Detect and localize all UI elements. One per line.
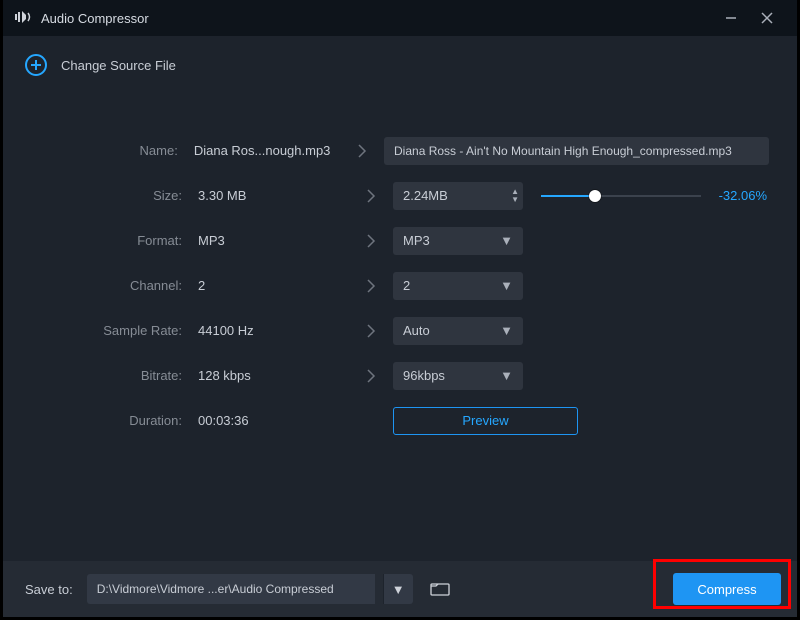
arrow-icon	[348, 368, 393, 384]
source-bitrate: 128 kbps	[188, 368, 348, 383]
spinner-down-icon[interactable]: ▼	[511, 196, 519, 204]
app-icon	[15, 9, 33, 28]
close-button[interactable]	[749, 0, 785, 36]
label-size: Size:	[13, 188, 188, 203]
title-bar: Audio Compressor	[3, 0, 797, 36]
source-duration: 00:03:36	[188, 413, 348, 428]
sample-rate-dropdown[interactable]: Auto ▼	[393, 317, 523, 345]
footer-bar: Save to: D:\Vidmore\Vidmore ...er\Audio …	[3, 561, 797, 617]
arrow-icon	[348, 278, 393, 294]
change-source-row[interactable]: Change Source File	[3, 36, 797, 88]
output-name-field[interactable]: Diana Ross - Ain't No Mountain High Enou…	[384, 137, 769, 165]
save-path-dropdown[interactable]: ▼	[383, 574, 413, 604]
chevron-down-icon: ▼	[500, 233, 513, 248]
bitrate-dropdown[interactable]: 96kbps ▼	[393, 362, 523, 390]
output-size-value: 2.24MB	[403, 188, 448, 203]
plus-circle-icon	[25, 54, 47, 76]
sample-rate-value: Auto	[403, 323, 430, 338]
arrow-icon	[348, 188, 393, 204]
compression-form: Name: Diana Ros...nough.mp3 Diana Ross -…	[3, 88, 797, 561]
chevron-down-icon: ▼	[500, 368, 513, 383]
source-name: Diana Ros...nough.mp3	[184, 143, 340, 158]
folder-icon	[430, 581, 450, 597]
channel-value: 2	[403, 278, 410, 293]
output-size-spinner[interactable]: 2.24MB ▲ ▼	[393, 182, 523, 210]
source-format: MP3	[188, 233, 348, 248]
slider-thumb[interactable]	[589, 190, 601, 202]
arrow-icon	[340, 143, 384, 159]
label-format: Format:	[13, 233, 188, 248]
label-duration: Duration:	[13, 413, 188, 428]
window-title: Audio Compressor	[41, 11, 149, 26]
compress-button[interactable]: Compress	[673, 573, 781, 605]
row-name: Name: Diana Ros...nough.mp3 Diana Ross -…	[13, 128, 769, 173]
app-window: Audio Compressor Change Source File Name…	[3, 0, 797, 617]
chevron-down-icon: ▼	[500, 278, 513, 293]
bitrate-value: 96kbps	[403, 368, 445, 383]
label-channel: Channel:	[13, 278, 188, 293]
arrow-icon	[348, 323, 393, 339]
format-value: MP3	[403, 233, 430, 248]
change-source-label: Change Source File	[61, 58, 176, 73]
row-size: Size: 3.30 MB 2.24MB ▲ ▼	[13, 173, 769, 218]
chevron-down-icon: ▼	[500, 323, 513, 338]
source-sample-rate: 44100 Hz	[188, 323, 348, 338]
save-to-label: Save to:	[25, 582, 73, 597]
size-delta-percent: -32.06%	[713, 188, 769, 203]
format-dropdown[interactable]: MP3 ▼	[393, 227, 523, 255]
spinner-buttons[interactable]: ▲ ▼	[511, 188, 519, 204]
minimize-button[interactable]	[713, 0, 749, 36]
chevron-down-icon: ▼	[392, 582, 405, 597]
channel-dropdown[interactable]: 2 ▼	[393, 272, 523, 300]
label-bitrate: Bitrate:	[13, 368, 188, 383]
row-bitrate: Bitrate: 128 kbps 96kbps ▼	[13, 353, 769, 398]
row-format: Format: MP3 MP3 ▼	[13, 218, 769, 263]
size-slider[interactable]	[541, 189, 701, 203]
label-name: Name:	[13, 143, 184, 158]
arrow-icon	[348, 233, 393, 249]
source-channel: 2	[188, 278, 348, 293]
row-sample-rate: Sample Rate: 44100 Hz Auto ▼	[13, 308, 769, 353]
row-channel: Channel: 2 2 ▼	[13, 263, 769, 308]
open-folder-button[interactable]	[425, 574, 455, 604]
save-path-field[interactable]: D:\Vidmore\Vidmore ...er\Audio Compresse…	[87, 574, 375, 604]
preview-button[interactable]: Preview	[393, 407, 578, 435]
row-duration: Duration: 00:03:36 Preview	[13, 398, 769, 443]
source-size: 3.30 MB	[188, 188, 348, 203]
label-sample-rate: Sample Rate:	[13, 323, 188, 338]
